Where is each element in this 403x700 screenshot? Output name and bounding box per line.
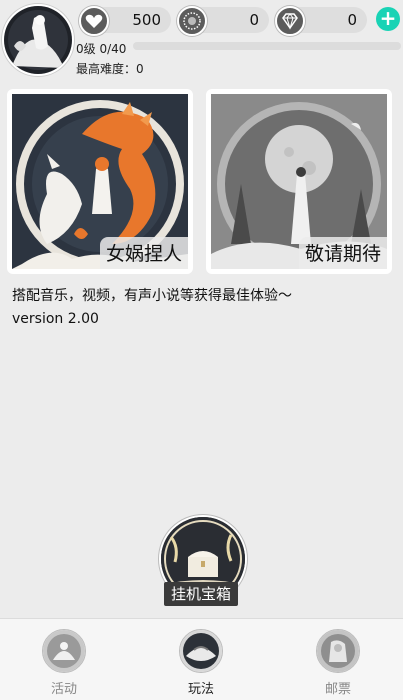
hearts-counter: 500	[79, 6, 171, 36]
diamonds-counter: 0	[275, 6, 367, 36]
player-avatar[interactable]	[2, 4, 74, 76]
bottom-nav: 活动 玩法 邮票	[0, 618, 403, 700]
max-difficulty-text: 最高难度：0	[76, 62, 144, 76]
diamond-icon	[275, 6, 305, 36]
nav-label-stamps: 邮票	[324, 682, 351, 697]
activity-icon	[42, 629, 86, 673]
hearts-value: 500	[132, 11, 161, 29]
add-currency-button[interactable]: +	[376, 7, 400, 31]
game-card-coming-soon[interactable]: 敬请期待	[206, 89, 392, 274]
card-label-coming-soon: 敬请期待	[298, 237, 387, 269]
level-text: 0级 0/40	[76, 42, 127, 56]
coin-icon	[177, 6, 207, 36]
card-label-nvwa: 女娲捏人	[99, 237, 188, 269]
version-text: version 2.00	[12, 311, 99, 327]
nav-label-activity: 活动	[50, 682, 77, 697]
nav-item-gameplay[interactable]: 玩法	[161, 629, 241, 697]
heart-icon	[79, 6, 109, 36]
diamonds-value: 0	[347, 11, 357, 29]
nav-item-activity[interactable]: 活动	[24, 629, 104, 697]
nav-label-gameplay: 玩法	[187, 682, 214, 697]
description-text: 搭配音乐，视频，有声小说等获得最佳体验～	[12, 288, 292, 304]
idle-chest-label: 挂机宝箱	[164, 582, 238, 606]
game-card-nvwa[interactable]: 女娲捏人	[7, 89, 193, 274]
coins-value: 0	[249, 11, 259, 29]
nav-item-stamps[interactable]: 邮票	[298, 629, 378, 697]
coins-counter: 0	[177, 6, 269, 36]
stamps-icon	[316, 629, 360, 673]
gameplay-icon	[179, 629, 223, 673]
avatar-image	[4, 6, 72, 74]
level-progress-bar	[133, 42, 401, 50]
